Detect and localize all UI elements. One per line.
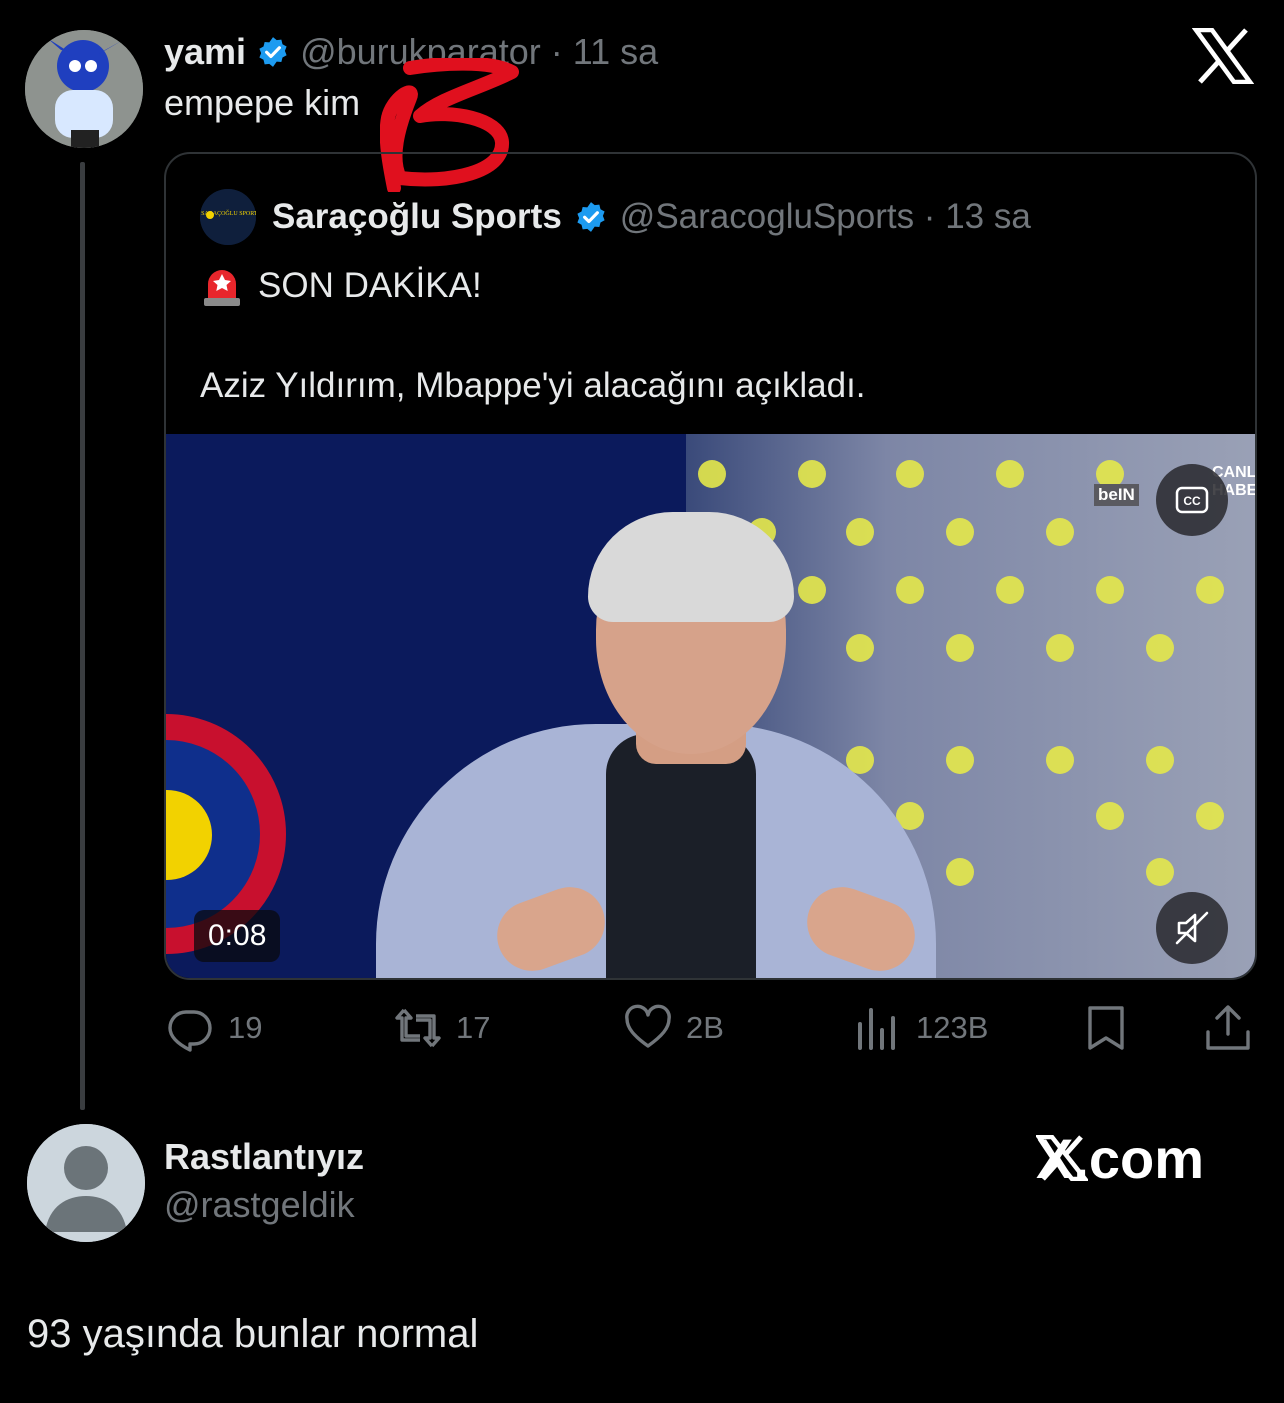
like-button[interactable]: 2B bbox=[624, 1000, 724, 1056]
reply-count: 19 bbox=[228, 1010, 263, 1045]
reply-button[interactable]: 19 bbox=[166, 1000, 262, 1056]
reply-text: 93 yaşında bunlar normal bbox=[27, 1312, 479, 1356]
mute-button[interactable] bbox=[1156, 892, 1228, 964]
captions-button[interactable]: CC bbox=[1156, 464, 1228, 536]
mute-icon bbox=[1175, 911, 1209, 945]
quoted-author-handle-time[interactable]: @SaracogluSports · 13 sa bbox=[620, 197, 1031, 237]
repost-icon bbox=[395, 1008, 441, 1048]
verified-badge-icon bbox=[577, 202, 605, 232]
repost-button[interactable]: 17 bbox=[394, 1000, 490, 1056]
quoted-headline: SON DAKİKA! bbox=[258, 266, 482, 305]
watermark-text: X.com bbox=[1036, 1126, 1205, 1190]
reply-author-handle[interactable]: @rastgeldik bbox=[164, 1184, 355, 1226]
tweet-actions: 19 17 2B 123B bbox=[164, 1000, 1257, 1056]
channel-logo: beIN bbox=[1094, 484, 1139, 506]
share-icon bbox=[1206, 1005, 1250, 1050]
thread-line bbox=[80, 162, 85, 1110]
x-logo-icon[interactable] bbox=[1192, 28, 1254, 84]
views-icon bbox=[858, 1008, 895, 1050]
user-avatar-image bbox=[25, 30, 143, 148]
like-icon bbox=[625, 1004, 671, 1048]
quoted-avatar[interactable]: SARAÇOĞLU SPORTS bbox=[200, 189, 256, 245]
video-player[interactable]: beIN CANL HABER CC 0:08 bbox=[166, 434, 1255, 978]
siren-icon bbox=[204, 270, 240, 306]
reply-icon bbox=[168, 1010, 212, 1052]
tweet-text: empepe kim bbox=[164, 82, 361, 123]
quoted-text-line-1: SON DAKİKA! bbox=[200, 264, 482, 308]
quoted-text-line-2: Aziz Yıldırım, Mbappe'yi alacağını açıkl… bbox=[200, 366, 866, 405]
bookmark-button[interactable] bbox=[1082, 1000, 1130, 1056]
avatar[interactable] bbox=[25, 30, 143, 148]
quoted-avatar-logo: SARAÇOĞLU SPORTS bbox=[200, 189, 256, 245]
bookmark-icon bbox=[1088, 1006, 1124, 1050]
reply-author-name[interactable]: Rastlantıyız bbox=[164, 1136, 364, 1178]
person-shirt bbox=[606, 734, 756, 978]
video-timecode: 0:08 bbox=[194, 910, 281, 962]
svg-text:CC: CC bbox=[1183, 494, 1201, 508]
repost-count: 17 bbox=[456, 1010, 491, 1045]
default-avatar-icon bbox=[27, 1124, 145, 1242]
quoted-author-name[interactable]: Saraçoğlu Sports bbox=[272, 197, 562, 237]
author-name[interactable]: yami bbox=[164, 31, 246, 73]
views-button[interactable]: 123B bbox=[854, 1000, 988, 1056]
reply-avatar[interactable] bbox=[27, 1124, 145, 1242]
verified-badge-icon bbox=[259, 37, 287, 67]
cc-icon: CC bbox=[1175, 486, 1209, 514]
quoted-author-row: SARAÇOĞLU SPORTS Saraçoğlu Sports @Sarac… bbox=[200, 189, 1031, 245]
quoted-avatar-text: SARAÇOĞLU SPORTS bbox=[201, 209, 256, 217]
share-button[interactable] bbox=[1204, 1000, 1252, 1056]
quoted-tweet-card[interactable]: SARAÇOĞLU SPORTS Saraçoğlu Sports @Sarac… bbox=[164, 152, 1257, 980]
views-count: 123B bbox=[916, 1010, 989, 1045]
like-count: 2B bbox=[686, 1010, 724, 1045]
x-com-watermark: X.com bbox=[1036, 1126, 1204, 1190]
